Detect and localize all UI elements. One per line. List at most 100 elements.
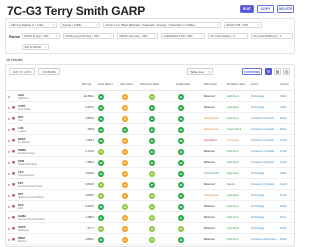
- table-row[interactable]: NXT Next 7,854m 93 51 82 98 Adventurous High Fly…: [6, 114, 294, 131]
- remove-icon[interactable]: ×: [288, 35, 291, 38]
- grid-view-toggle[interactable]: ▦: [274, 68, 281, 75]
- row-sector[interactable]: Consumer Cyclicals: [251, 128, 278, 131]
- row-checkbox[interactable]: [8, 117, 11, 120]
- table-row[interactable]: DOM Domino Plumbing 1,180.2 86 27 86 92 Balance…: [6, 158, 294, 175]
- remove-icon[interactable]: ×: [44, 46, 47, 49]
- row-sector[interactable]: Technology: [251, 216, 278, 219]
- row-industry[interactable]: Techn: [280, 194, 294, 197]
- remove-icon[interactable]: ×: [200, 35, 203, 38]
- row-ticker[interactable]: GOFD: [18, 226, 26, 229]
- row-industry[interactable]: Softw: [280, 227, 294, 230]
- row-ticker[interactable]: SPT: [18, 193, 23, 196]
- row-checkbox[interactable]: [8, 227, 11, 230]
- row-industry[interactable]: Softw: [280, 172, 294, 175]
- column-header[interactable]: Value Rank: [120, 83, 133, 86]
- table-row[interactable]: DCC DCC 5,263.0 86 63 62 88 Balanced High Flyer T…: [6, 202, 294, 219]
- row-checkbox[interactable]: [8, 172, 11, 175]
- column-header[interactable]: Sector: [251, 83, 258, 86]
- row-ticker[interactable]: PZC: [18, 182, 23, 185]
- row-industry[interactable]: Retai: [280, 117, 294, 120]
- row-sector[interactable]: Technology: [251, 172, 278, 175]
- edit-button[interactable]: EDIT: [240, 5, 254, 13]
- filter-chip[interactable]: Spread > 5.48bn ×: [60, 22, 100, 28]
- rule-chip[interactable]: Div Cover Rolling > 2 ×: [208, 33, 248, 39]
- remove-icon[interactable]: ×: [55, 35, 58, 38]
- remove-icon[interactable]: ×: [109, 35, 112, 38]
- table-row[interactable]: RNWH Renders Joinery 2,734.3 78 30 84 96 Balanc…: [6, 147, 294, 164]
- row-sector[interactable]: Technology: [251, 227, 278, 230]
- row-sector[interactable]: Technology: [251, 95, 278, 98]
- compare-button[interactable]: COMPARE: [38, 68, 60, 75]
- row-sector[interactable]: Consumer Cyclicals: [251, 117, 278, 120]
- row-checkbox[interactable]: [8, 139, 11, 142]
- row-industry[interactable]: Softw: [280, 106, 294, 109]
- row-ticker[interactable]: GAMA: [18, 215, 26, 218]
- customise-button[interactable]: CUSTOMISE: [242, 68, 262, 75]
- row-checkbox[interactable]: [8, 161, 11, 164]
- chart-view-toggle[interactable]: ▤: [283, 68, 290, 75]
- row-industry[interactable]: Softw: [280, 205, 294, 208]
- table-row[interactable]: BOOT Dr. Martens 1,184.3 83 31 81 89 Speculativ…: [6, 136, 294, 153]
- row-checkbox[interactable]: [8, 205, 11, 208]
- row-sector[interactable]: Consumer Defensives: [251, 238, 278, 241]
- row-ticker[interactable]: NXT: [18, 116, 23, 119]
- rule-chip[interactable]: ROCE Long Term Avg > 15% ×: [63, 33, 114, 39]
- row-ticker[interactable]: BOOT: [18, 138, 26, 141]
- column-header[interactable]: StockRank Style: [227, 83, 245, 86]
- row-ticker[interactable]: CCC: [18, 171, 24, 174]
- table-row[interactable]: LOK Lookers 282.8 99 87 84 85 Adventurous Super …: [6, 125, 294, 142]
- row-ticker[interactable]: DOM: [18, 160, 24, 163]
- row-sector[interactable]: Technology: [251, 106, 278, 109]
- filter-chip[interactable]: Sector not in "Basic Materials", "Financ…: [103, 22, 221, 28]
- row-ticker[interactable]: BRBY: [18, 237, 25, 240]
- row-checkbox[interactable]: [8, 106, 11, 109]
- delete-button[interactable]: DELETE: [277, 5, 294, 13]
- row-checkbox[interactable]: [8, 194, 11, 197]
- rule-chip[interactable]: Capital Ratio TTM > 50% ×: [161, 33, 205, 39]
- row-industry[interactable]: Cyclic: [280, 139, 294, 142]
- row-checkbox[interactable]: [8, 150, 11, 153]
- filter-chip[interactable]: Mkt Cap Relative to > 1.5bn ×: [9, 22, 57, 28]
- row-industry[interactable]: Softw: [280, 95, 294, 98]
- view-select[interactable]: Table view ▾: [187, 68, 213, 75]
- column-header[interactable]: Risk Rating: [204, 83, 217, 86]
- table-row[interactable]: SPT Spirent Communications 1,093.0 64 41 73 87…: [6, 191, 294, 208]
- row-sector[interactable]: Consumer Cyclicals: [251, 150, 278, 153]
- row-ticker[interactable]: DCC: [18, 204, 24, 207]
- table-row[interactable]: GOFD Goldfinger 277.7 63 22 69 71 Balanced High …: [6, 224, 294, 241]
- row-industry[interactable]: Cyclic: [280, 150, 294, 153]
- table-view-toggle[interactable]: ☰: [265, 68, 272, 75]
- sort-chip[interactable]: Sort by ROCE ×: [22, 44, 49, 50]
- row-checkbox[interactable]: [8, 238, 11, 241]
- row-ticker[interactable]: LOK: [18, 127, 23, 130]
- rule-chip[interactable]: ROCE 5y Avg > 15% ×: [22, 33, 60, 39]
- remove-icon[interactable]: ×: [52, 24, 55, 27]
- row-checkbox[interactable]: [8, 128, 11, 131]
- column-header[interactable]: Quality Rank: [176, 83, 190, 86]
- rule-chip[interactable]: Div Cover Rolling 5y > 2 ×: [251, 33, 293, 39]
- row-ticker[interactable]: HGH: [18, 94, 24, 97]
- remove-icon[interactable]: ×: [153, 35, 156, 38]
- table-row[interactable]: PZC InterContinental Hotels 9,063.8 71 18 87 9…: [6, 180, 294, 197]
- row-sector[interactable]: Technology: [251, 205, 278, 208]
- row-checkbox[interactable]: [8, 95, 11, 98]
- row-sector[interactable]: Technology: [251, 194, 278, 197]
- row-industry[interactable]: Telec: [280, 216, 294, 219]
- row-sector[interactable]: Consumer Cyclicals: [251, 139, 278, 142]
- column-header[interactable]: Industry: [280, 83, 289, 86]
- row-checkbox[interactable]: [8, 216, 11, 219]
- row-industry[interactable]: Perso: [280, 238, 294, 241]
- filter-chip[interactable]: ROCE TTM > 20% ×: [224, 22, 262, 28]
- row-checkbox[interactable]: [8, 183, 11, 186]
- table-row[interactable]: BRBY Burberry 4,806.2 85 31 75 90 Balanced High …: [6, 235, 294, 246]
- row-industry[interactable]: Cyclic: [280, 161, 294, 164]
- remove-icon[interactable]: ×: [95, 24, 98, 27]
- table-row[interactable]: CCC Computacenter 3,039.8 80 46 73 94 Conservat…: [6, 169, 294, 186]
- column-header[interactable]: Momentum Rank: [140, 83, 159, 86]
- remove-icon[interactable]: ×: [257, 24, 260, 27]
- row-ticker[interactable]: AUTO: [18, 105, 25, 108]
- remove-icon[interactable]: ×: [243, 35, 246, 38]
- row-sector[interactable]: Consumer Cyclicals: [251, 161, 278, 164]
- table-row[interactable]: HGH Hightower £2,452m 90 52 74 92 Balanced High …: [6, 92, 294, 109]
- rule-chip[interactable]: CROIC Last Year > 15% ×: [117, 33, 158, 39]
